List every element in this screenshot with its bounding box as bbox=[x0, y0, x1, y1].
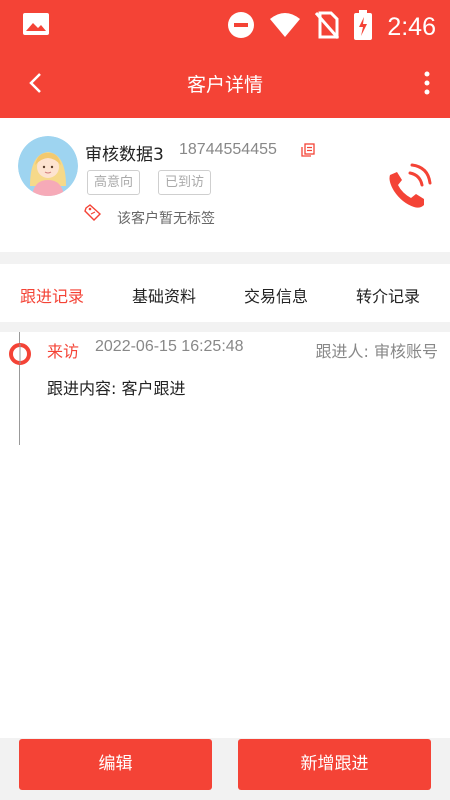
avatar bbox=[18, 136, 78, 196]
record-follower: 跟进人: 审核账号 bbox=[315, 342, 438, 361]
wifi-icon bbox=[269, 12, 301, 42]
record-type: 来访 bbox=[47, 342, 80, 361]
tab-bar: 跟进记录 基础资料 交易信息 转介记录 bbox=[0, 264, 450, 322]
add-follow-button[interactable]: 新增跟进 bbox=[238, 739, 431, 790]
status-icons: 2:46 bbox=[227, 10, 436, 44]
bottom-action-bar: 编辑 新增跟进 bbox=[0, 738, 450, 800]
tag-high-intent: 高意向 bbox=[87, 170, 141, 195]
tab-basic-info[interactable]: 基础资料 bbox=[132, 283, 196, 307]
customer-phone: 18744554455 bbox=[179, 141, 277, 158]
tag-visited: 已到访 bbox=[158, 170, 212, 195]
app-bar: 客户详情 bbox=[0, 48, 450, 118]
no-sim-icon bbox=[315, 11, 340, 43]
image-icon bbox=[22, 12, 50, 40]
do-not-disturb-icon bbox=[227, 11, 255, 43]
timeline-dot-icon bbox=[8, 342, 32, 366]
follow-record-list: 来访 2022-06-15 16:25:48 跟进人: 审核账号 跟进内容: 客… bbox=[0, 332, 450, 738]
customer-card: 审核数据3 18744554455 高意向 已到访 该客户暂无标签 bbox=[0, 118, 450, 252]
more-vertical-icon[interactable] bbox=[422, 70, 432, 96]
page-title: 客户详情 bbox=[186, 74, 263, 96]
no-tag-text: 该客户暂无标签 bbox=[117, 211, 215, 227]
edit-button[interactable]: 编辑 bbox=[19, 739, 212, 790]
tab-referral-records[interactable]: 转介记录 bbox=[356, 283, 420, 307]
label-tag-icon bbox=[84, 204, 102, 222]
customer-name: 审核数据3 bbox=[85, 145, 164, 165]
clock-time: 2:46 bbox=[387, 12, 436, 41]
battery-charging-icon bbox=[353, 10, 373, 44]
copy-icon[interactable] bbox=[300, 142, 316, 158]
record-content: 跟进内容: 客户跟进 bbox=[47, 379, 186, 398]
tab-follow-records[interactable]: 跟进记录 bbox=[20, 283, 84, 307]
tab-transaction-info[interactable]: 交易信息 bbox=[244, 283, 308, 307]
phone-call-icon[interactable] bbox=[380, 161, 434, 215]
record-time: 2022-06-15 16:25:48 bbox=[95, 338, 244, 355]
status-bar: 2:46 bbox=[0, 0, 450, 48]
